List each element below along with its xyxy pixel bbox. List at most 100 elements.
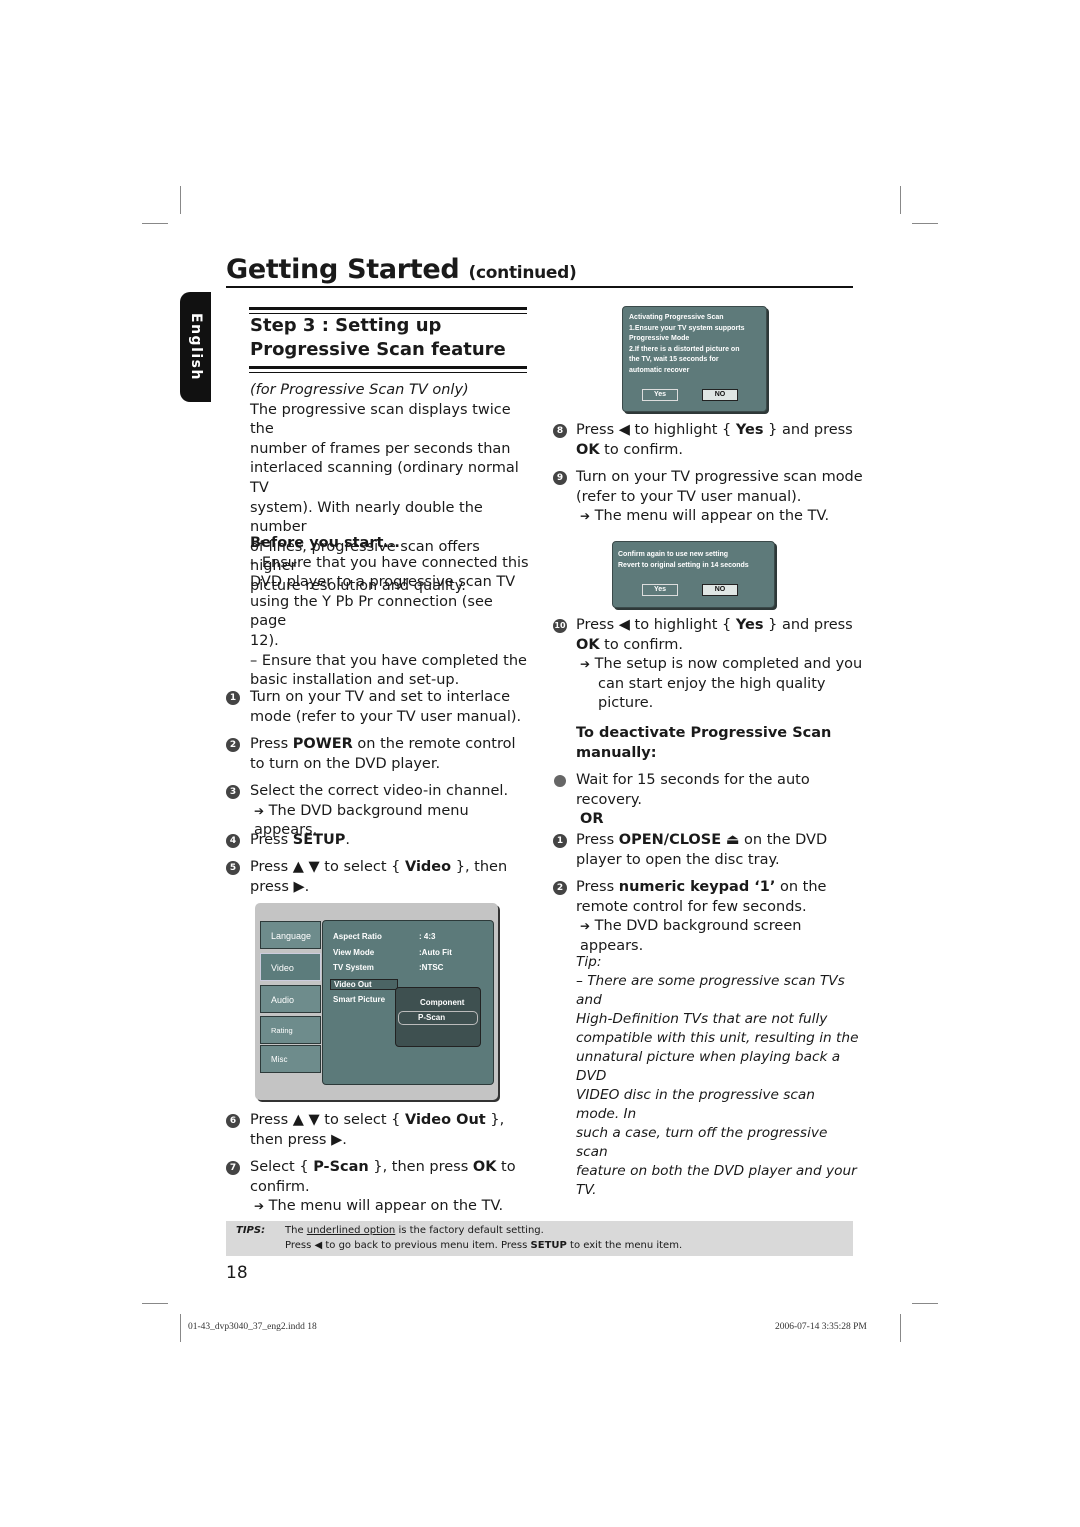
step-text: Press SETUP. xyxy=(250,831,526,851)
menu-tab-misc[interactable]: Misc xyxy=(260,1045,321,1073)
footer-filename: 01-43_dvp3040_37_eng2.indd 18 xyxy=(188,1322,317,1332)
step-6: 6 Press ▲ ▼ to select { Video Out }, the… xyxy=(226,1111,526,1150)
page-title-text: Getting Started xyxy=(226,254,460,285)
menu-row-tv-system[interactable]: TV System xyxy=(333,963,374,972)
step-text: Press ▲ ▼ to select { Video }, then xyxy=(250,858,526,878)
tv-dialog-line: Progressive Mode xyxy=(629,335,690,343)
deactivate-step-2: 2 Press numeric keypad ‘1’ on the remote… xyxy=(553,878,863,956)
step-text-part: on the DVD xyxy=(739,832,828,848)
tv-no-button[interactable]: NO xyxy=(702,389,738,401)
option-name: Yes xyxy=(735,422,764,438)
step-result: ➔ The menu will appear on the TV. xyxy=(250,1197,526,1217)
step-text-part: Press xyxy=(576,832,619,848)
step-text: confirm. xyxy=(250,1178,310,1195)
step-text-part: Select { xyxy=(250,1159,314,1175)
menu-row-video-out[interactable]: Video Out xyxy=(330,979,398,990)
step-text-part: }, then xyxy=(451,859,508,875)
step-text-part: . xyxy=(345,832,351,848)
step-1: 1 Turn on your TV and set to interlace m… xyxy=(226,688,526,727)
step-text: Select the correct video-in channel. xyxy=(250,783,509,799)
crop-mark xyxy=(142,223,168,224)
step-result-text: picture. xyxy=(598,695,654,712)
crop-mark xyxy=(180,1314,181,1342)
step-7: 7 Select { P-Scan }, then press OK to co… xyxy=(226,1158,526,1217)
step-number-badge: 6 xyxy=(226,1114,240,1128)
menu-tab-language[interactable]: Language xyxy=(260,921,321,949)
tv-dialog-message: Activating Progressive Scan 1.Ensure you… xyxy=(629,313,745,377)
menu-row-view-mode[interactable]: View Mode xyxy=(333,948,374,957)
intro-line: system). With nearly double the number xyxy=(250,499,483,536)
step-text-part: Press xyxy=(250,832,293,848)
crop-mark xyxy=(142,1303,168,1304)
step-9: 9 Turn on your TV progressive scan mode … xyxy=(553,468,863,527)
before-you-start: Before you start... – Ensure that you ha… xyxy=(250,534,530,691)
step-text: Turn on your TV and set to interlace xyxy=(250,689,511,705)
tips-text: Press ◀ to go back to previous menu item… xyxy=(285,1240,531,1251)
key-name: OK xyxy=(576,636,600,653)
menu-row-smart-picture[interactable]: Smart Picture xyxy=(333,995,385,1004)
deactivate-heading: To deactivate Progressive Scan manually: xyxy=(576,724,861,763)
intro-line: interlaced scanning (ordinary normal TV xyxy=(250,460,519,496)
or-label: OR xyxy=(580,811,604,828)
step-text-part: }, xyxy=(485,1112,505,1128)
option-name: P-Scan xyxy=(313,1159,369,1175)
menu-value-view-mode: :Auto Fit xyxy=(419,948,452,957)
tv-dialog-line: Revert to original setting in 14 seconds xyxy=(618,561,749,569)
page-title-suffix: (continued) xyxy=(468,263,577,283)
option-name: Video Out xyxy=(404,1112,486,1128)
menu-value-tv-system: :NTSC xyxy=(419,963,444,972)
step-text: press ▶. xyxy=(250,878,310,895)
tip-line: such a case, turn off the progressive sc… xyxy=(576,1125,828,1160)
step-text: Wait for 15 seconds for the auto xyxy=(576,772,810,788)
tips-line-2: Press ◀ to go back to previous menu item… xyxy=(285,1240,682,1251)
step-text-part: to xyxy=(496,1159,516,1175)
step-number-badge: 2 xyxy=(553,881,567,895)
step-text-part: to confirm. xyxy=(599,441,683,458)
step-text: player to open the disc tray. xyxy=(576,851,780,868)
step-text: Press ◀ to highlight { Yes } and press xyxy=(576,421,863,441)
tv-dialog-message: Confirm again to use new setting Revert … xyxy=(618,550,749,571)
tv-no-button[interactable]: NO xyxy=(702,584,738,596)
crop-mark xyxy=(900,186,901,214)
step-text: Press POWER on the remote control xyxy=(250,735,526,755)
crop-mark xyxy=(900,1314,901,1342)
menu-tab-video[interactable]: Video xyxy=(260,953,321,981)
step-number-badge: 8 xyxy=(553,424,567,438)
section-subtitle: (for Progressive Scan TV only) xyxy=(250,382,469,398)
step-text: (refer to your TV user manual). xyxy=(576,488,802,505)
tv-dialog-line: 2.If there is a distorted picture on xyxy=(629,345,740,353)
tv-yes-button[interactable]: Yes xyxy=(642,389,678,401)
step-number-badge: 1 xyxy=(226,691,240,705)
before-item-line: – Ensure that you have completed the xyxy=(250,652,527,669)
section-heading: Step 3 : Setting up Progressive Scan fea… xyxy=(250,314,506,362)
arrow-icon: ➔ xyxy=(254,803,265,818)
tips-text: to exit the menu item. xyxy=(566,1240,683,1251)
step-text: Press numeric keypad ‘1’ on the xyxy=(576,878,863,898)
menu-row-aspect-ratio[interactable]: Aspect Ratio xyxy=(333,932,382,941)
menu-tab-audio[interactable]: Audio xyxy=(260,985,321,1013)
step-number-badge: 7 xyxy=(226,1161,240,1175)
tips-text: The xyxy=(285,1225,307,1236)
step-result-text: The DVD background screen appears. xyxy=(580,918,802,954)
submenu-option-component[interactable]: Component xyxy=(420,998,464,1007)
step-text-part: }, then press xyxy=(368,1159,473,1175)
step-text-part: Press xyxy=(576,879,619,895)
before-item-line: DVD player to a progressive scan TV xyxy=(250,574,516,591)
intro-line: The progressive scan displays twice the xyxy=(250,401,511,438)
arrow-icon: ➔ xyxy=(580,919,591,934)
tips-label: TIPS: xyxy=(236,1225,266,1236)
tip-line: High-Definition TVs that are not fully xyxy=(576,1011,828,1027)
step-8: 8 Press ◀ to highlight { Yes } and press… xyxy=(553,421,863,460)
step-text: OK to confirm. xyxy=(576,441,863,461)
step-2: 2 Press POWER on the remote control to t… xyxy=(226,735,526,774)
step-number-badge: 1 xyxy=(553,834,567,848)
step-number-badge: 10 xyxy=(553,619,567,633)
step-result: ➔ The DVD background screen appears. xyxy=(576,917,863,956)
submenu-option-p-scan[interactable]: P-Scan xyxy=(418,1013,445,1022)
heading-rule-bottom xyxy=(249,366,527,373)
menu-tab-rating[interactable]: Rating xyxy=(260,1016,321,1044)
title-rule xyxy=(226,286,853,288)
arrow-icon: ➔ xyxy=(580,657,591,672)
tv-yes-button[interactable]: Yes xyxy=(642,584,678,596)
tv-dialog-line: automatic recover xyxy=(629,366,690,374)
